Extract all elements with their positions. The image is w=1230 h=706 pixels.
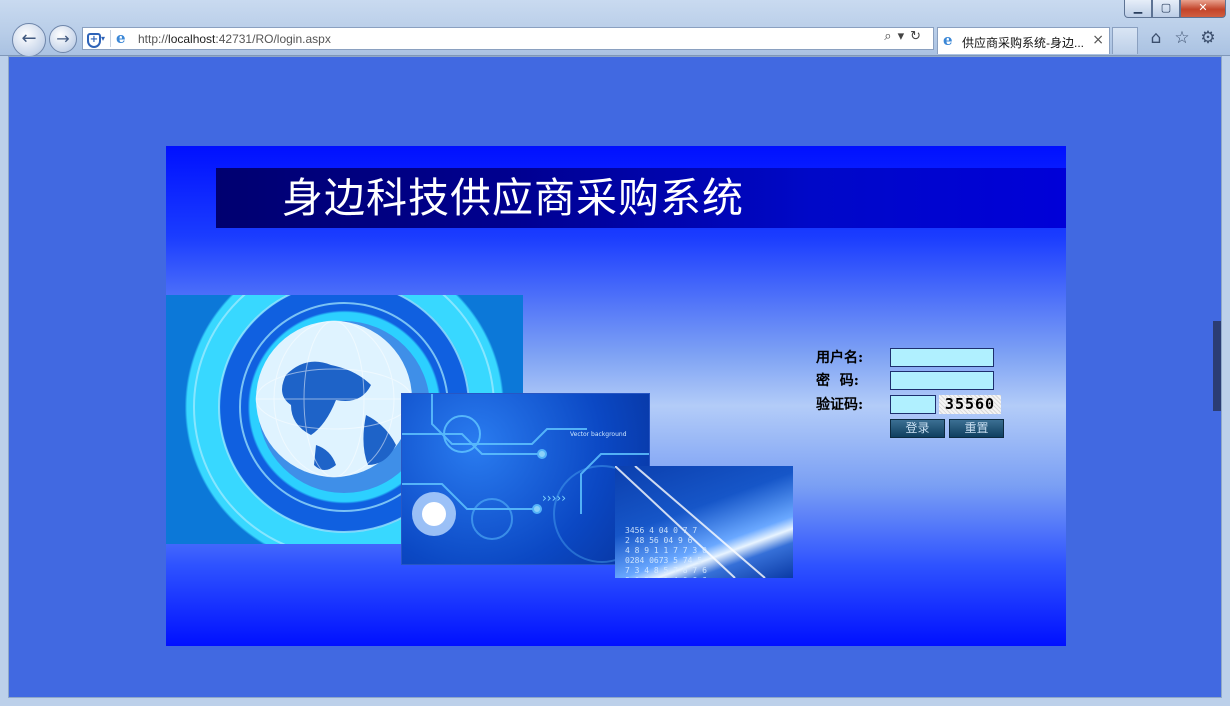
tab-active[interactable]: e 供应商采购系统-身边... × [937,27,1110,54]
settings-gear-icon[interactable]: ⚙ [1198,28,1218,48]
home-icon[interactable]: ⌂ [1146,28,1166,48]
new-tab-button[interactable] [1112,27,1138,54]
minimize-button[interactable]: ▁ [1124,0,1152,18]
close-window-button[interactable]: ✕ [1180,0,1226,18]
password-label: 密 码: [816,373,859,389]
address-tools-icons[interactable]: ⌕▾↻ [884,29,927,44]
browser-chrome: ▁ ▢ ✕ ← → + ▾ e http://localhost:42731/RO… [0,0,1230,57]
favorites-star-icon[interactable]: ☆ [1172,28,1192,48]
compatibility-view-icon[interactable]: + ▾ [85,30,111,48]
address-bar[interactable]: + ▾ e http://localhost:42731/RO/login.asp… [82,27,934,50]
browser-toolbar: ⌂ ☆ ⚙ [1146,28,1218,48]
back-button[interactable]: ← [12,23,46,57]
captcha-image[interactable]: 35560 [939,395,1001,414]
window-controls: ▁ ▢ ✕ [1124,0,1226,18]
circuit-image: Vector background ››››› [401,393,650,565]
url-text[interactable]: http://localhost:42731/RO/login.aspx [138,31,331,47]
page-viewport: 身边科技供应商采购系统 Vector background ››››› 3456… [8,56,1222,698]
forward-button[interactable]: → [49,25,77,53]
data-digits: 3456 4 04 0 7 7 2 48 56 04 9 6 4 8 9 1 1… [625,526,707,578]
ie-page-icon: e [116,29,126,47]
tab-title: 供应商采购系统-身边... [962,36,1084,50]
tab-ie-icon: e [943,31,953,49]
username-label: 用户名: [816,350,864,366]
system-title: 身边科技供应商采购系统 [282,174,744,222]
captcha-label: 验证码: [816,397,864,413]
svg-text:Vector background: Vector background [570,431,627,438]
reset-button[interactable]: 重置 [949,419,1004,438]
data-stream-image: 3456 4 04 0 7 7 2 48 56 04 9 6 4 8 9 1 1… [615,466,793,578]
password-input[interactable] [890,371,994,390]
login-panel: 身边科技供应商采购系统 Vector background ››››› 3456… [166,146,1066,646]
captcha-input[interactable] [890,395,936,414]
maximize-button[interactable]: ▢ [1152,0,1180,18]
login-button[interactable]: 登录 [890,419,945,438]
close-tab-icon[interactable]: × [1092,32,1104,48]
title-banner: 身边科技供应商采购系统 [216,168,1066,228]
scrollbar[interactable] [1213,321,1221,411]
username-input[interactable] [890,348,994,367]
svg-text:›››››: ››››› [542,491,566,505]
